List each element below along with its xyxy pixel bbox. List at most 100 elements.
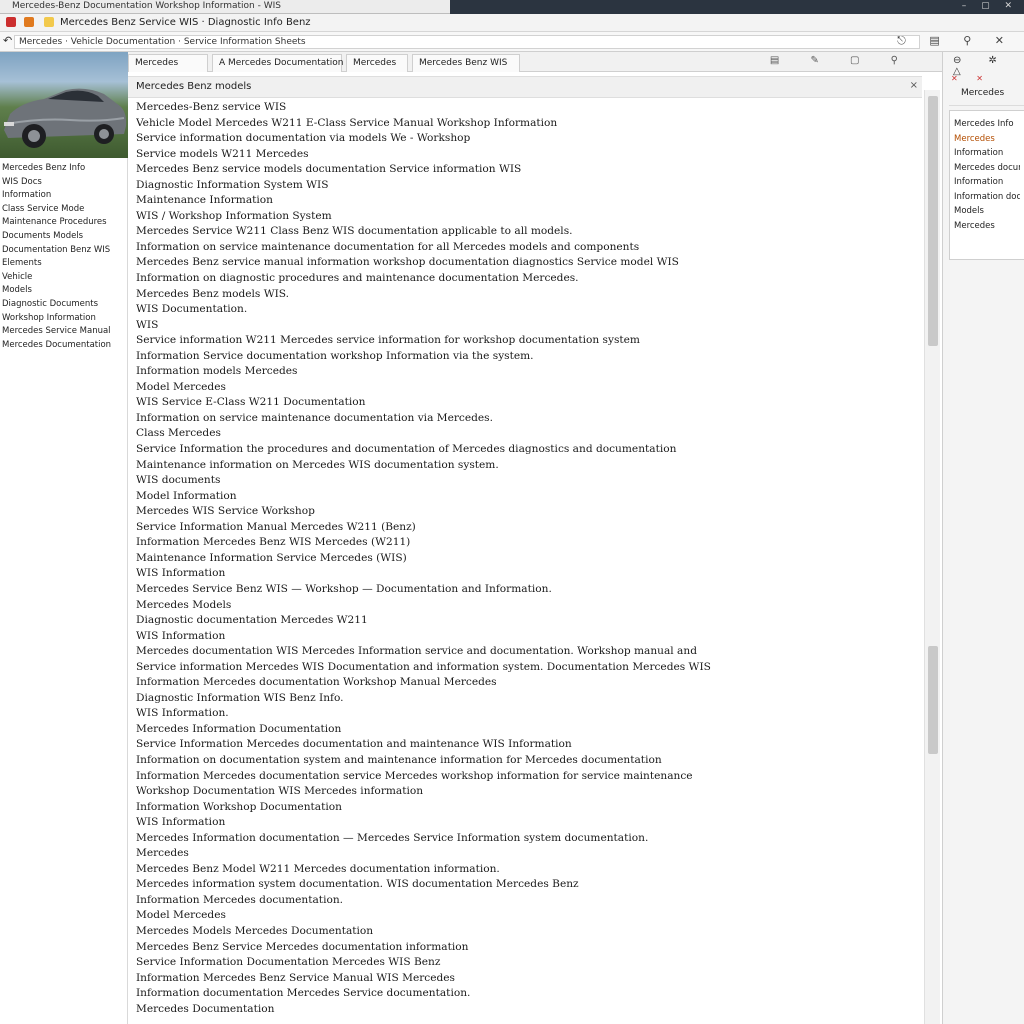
- document-line: Diagnostic Information WIS Benz Info.: [136, 691, 344, 704]
- document-line: Mercedes Documentation: [136, 1002, 275, 1015]
- left-nav-item[interactable]: Documentation Benz WIS: [2, 244, 125, 258]
- document-line: WIS Service E-Class W211 Documentation: [136, 396, 366, 409]
- document-line: Workshop Documentation WIS Mercedes info…: [136, 785, 424, 798]
- document-header-label: Mercedes Benz models: [136, 81, 252, 92]
- document-line: Mercedes Benz Model W211 Mercedes docume…: [136, 862, 500, 875]
- document-line: Service information Mercedes WIS Documen…: [136, 660, 711, 673]
- document-line: Information on diagnostic procedures and…: [136, 272, 579, 285]
- scrollbar-thumb-secondary[interactable]: [928, 646, 938, 754]
- document-line: Diagnostic documentation Mercedes W211: [136, 614, 368, 627]
- document-line: Vehicle Model Mercedes W211 E-Class Serv…: [136, 116, 558, 129]
- left-nav-item[interactable]: Diagnostic Documents: [2, 298, 125, 312]
- card-line: Models: [954, 206, 984, 216]
- star-icon[interactable]: [24, 17, 34, 27]
- document-line: Mercedes Benz models WIS.: [136, 287, 290, 300]
- card-line[interactable]: Mercedes: [954, 219, 1020, 234]
- close-icon[interactable]: ✕ ✕: [951, 74, 991, 83]
- left-nav-item[interactable]: Information: [2, 189, 125, 203]
- document-line: Information models Mercedes: [136, 365, 298, 378]
- document-line: Mercedes documentation WIS Mercedes Info…: [136, 645, 697, 658]
- tab-documentation[interactable]: A Mercedes Documentation: [212, 54, 344, 72]
- document-line: Mercedes Models: [136, 598, 232, 611]
- app-logo-icon: [6, 17, 16, 27]
- document-line: Mercedes Service W211 Class Benz WIS doc…: [136, 225, 573, 238]
- left-nav-item[interactable]: Mercedes Benz Info: [2, 162, 125, 176]
- document-line: Information on service maintenance docum…: [136, 411, 493, 424]
- document-line: Mercedes Models Mercedes Documentation: [136, 924, 374, 937]
- right-panel-card: Mercedes Info Mercedes Information Merce…: [949, 110, 1024, 260]
- document-line: Information Workshop Documentation: [136, 800, 342, 813]
- document-line: WIS Information: [136, 567, 226, 580]
- document-line: Model Information: [136, 489, 237, 502]
- document-header: Mercedes Benz models ×: [128, 76, 922, 98]
- document-line: Maintenance Information Service Mercedes…: [136, 551, 407, 564]
- document-line: Mercedes WIS Service Workshop: [136, 505, 315, 518]
- address-tools[interactable]: ⎋ ▤ ⚲ ✕: [897, 34, 1014, 48]
- address-bar: ↶ Mercedes · Vehicle Documentation · Ser…: [0, 32, 1024, 52]
- document-line: Mercedes information system documentatio…: [136, 878, 579, 891]
- document-line: Information Mercedes documentation servi…: [136, 769, 693, 782]
- card-line: Mercedes Info: [954, 119, 1014, 129]
- tab-wis[interactable]: Mercedes Benz WIS: [412, 54, 520, 72]
- tab-tools[interactable]: ▤ ✎ ▢ ⚲: [770, 55, 912, 66]
- document-line: Maintenance information on Mercedes WIS …: [136, 458, 499, 471]
- back-icon[interactable]: ↶: [3, 34, 12, 47]
- document-line: WIS / Workshop Information System: [136, 209, 332, 222]
- document-line: Diagnostic Information System WIS: [136, 178, 329, 191]
- document-panel: Mercedes Benz models × Mercedes-Benz ser…: [128, 72, 942, 1024]
- document-scrollbar[interactable]: [924, 90, 940, 1024]
- card-line: Information documentation: [954, 191, 1020, 202]
- close-icon[interactable]: ×: [910, 80, 918, 91]
- left-nav-item[interactable]: Class Service Mode: [2, 203, 125, 217]
- document-line: Mercedes-Benz service WIS: [136, 101, 287, 113]
- left-nav-item[interactable]: Elements: [2, 257, 125, 271]
- document-line: Class Mercedes: [136, 427, 221, 440]
- document-line: Mercedes Benz Service Mercedes documenta…: [136, 940, 469, 953]
- document-line: Model Mercedes: [136, 909, 226, 922]
- card-line: Information: [954, 177, 1004, 187]
- left-nav-item[interactable]: Mercedes Documentation: [2, 339, 125, 353]
- document-line: WIS Documentation.: [136, 303, 248, 316]
- scrollbar-thumb[interactable]: [928, 96, 938, 346]
- left-nav-list: Mercedes Benz Info WIS Docs Information …: [0, 158, 127, 356]
- title-bar: Mercedes-Benz Documentation Workshop Inf…: [0, 0, 1024, 14]
- document-line: Service Information the procedures and d…: [136, 443, 677, 456]
- menu-bar: Mercedes Benz Service WIS · Diagnostic I…: [0, 14, 1024, 32]
- document-line: Information Mercedes documentation.: [136, 893, 344, 906]
- left-nav-item[interactable]: Mercedes Service Manual: [2, 325, 125, 339]
- left-nav-item[interactable]: WIS Docs: [2, 176, 125, 190]
- document-line: Service Information Mercedes documentati…: [136, 738, 572, 751]
- card-line: Information: [954, 148, 1004, 158]
- document-line: Information Service documentation worksh…: [136, 349, 534, 362]
- card-line[interactable]: Mercedes: [954, 132, 1020, 147]
- document-line: Information documentation Mercedes Servi…: [136, 987, 471, 1000]
- document-line: Information Mercedes Benz WIS Mercedes (…: [136, 536, 411, 549]
- document-line: Service information documentation via mo…: [136, 132, 471, 145]
- document-line: Mercedes Benz service models documentati…: [136, 163, 522, 176]
- document-line: WIS Information: [136, 816, 226, 829]
- document-line: Information Mercedes documentation Works…: [136, 676, 497, 689]
- document-line: Information on service maintenance docum…: [136, 240, 640, 253]
- document-line: Information on documentation system and …: [136, 753, 662, 766]
- document-line: Service information W211 Mercedes servic…: [136, 334, 640, 347]
- tab-mercedes-2[interactable]: Mercedes: [346, 54, 408, 72]
- window-title: Mercedes-Benz Documentation Workshop Inf…: [12, 1, 281, 11]
- left-nav-item[interactable]: Vehicle: [2, 271, 125, 285]
- document-line: Information Mercedes Benz Service Manual…: [136, 971, 455, 984]
- left-nav-item[interactable]: Maintenance Procedures: [2, 216, 125, 230]
- left-nav-item[interactable]: Models: [2, 284, 125, 298]
- url-field[interactable]: Mercedes · Vehicle Documentation · Servi…: [14, 35, 920, 49]
- left-nav-item[interactable]: Workshop Information: [2, 312, 125, 326]
- document-body: Mercedes-Benz service WIS Vehicle Model M…: [136, 100, 916, 1017]
- left-nav-item[interactable]: Documents Models: [2, 230, 125, 244]
- tab-mercedes[interactable]: Mercedes: [128, 54, 208, 72]
- window-controls[interactable]: – ▢ ✕: [962, 1, 1018, 11]
- document-line: Model Mercedes: [136, 380, 226, 393]
- document-line: WIS Information: [136, 629, 226, 642]
- document-line: WIS Information.: [136, 707, 229, 720]
- right-panel-title: Mercedes: [961, 88, 1005, 98]
- right-panel: ⊖ ✲ △ ✕ ✕ Mercedes Mercedes Info Mercede…: [942, 52, 1024, 1024]
- document-line: Mercedes: [136, 847, 189, 860]
- document-line: Mercedes Information Documentation: [136, 722, 342, 735]
- folder-icon[interactable]: [44, 17, 54, 27]
